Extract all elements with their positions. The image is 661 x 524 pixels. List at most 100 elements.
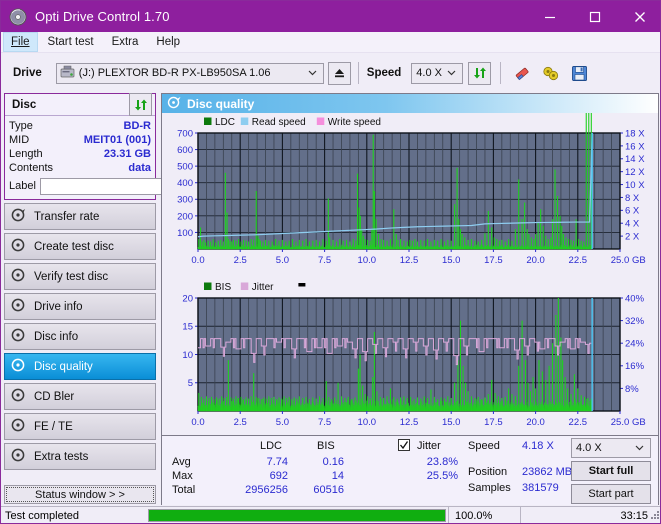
disc-row-mid: MID MEIT01 (001) — [9, 134, 151, 146]
stats-position-value: 23862 MB — [522, 466, 573, 478]
refresh-button[interactable] — [468, 61, 492, 85]
stats-max-bis: 14 — [331, 470, 344, 482]
eraser-button[interactable] — [510, 62, 533, 85]
svg-text:LDC: LDC — [215, 117, 235, 128]
svg-text:24%: 24% — [625, 339, 645, 350]
svg-text:15.0: 15.0 — [442, 417, 461, 428]
maximize-button[interactable] — [572, 1, 617, 32]
menu-start-test[interactable]: Start test — [40, 32, 102, 52]
sidebar-item-label: Create test disc — [34, 240, 114, 253]
sidebar-item-label: Verify test disc — [34, 270, 109, 283]
disc-test-icon — [11, 238, 26, 255]
sidebar-item-transfer-rate[interactable]: Transfer rate — [4, 203, 156, 230]
svg-text:22.5: 22.5 — [569, 417, 588, 428]
stats-samples-label: Samples — [468, 482, 511, 494]
sidebar-item-label: CD Bler — [34, 390, 75, 403]
chevron-down-icon — [447, 68, 456, 78]
sidebar-item-fe-te[interactable]: FE / TE — [4, 413, 156, 440]
menu-help[interactable]: Help — [148, 32, 188, 52]
drive-select[interactable]: (J:) PLEXTOR BD-R PX-LB950SA 1.06 — [55, 62, 324, 84]
svg-text:40%: 40% — [625, 293, 645, 304]
start-part-button[interactable]: Start part — [571, 484, 651, 504]
sidebar-item-extra-tests[interactable]: Extra tests — [4, 443, 156, 470]
svg-text:6 X: 6 X — [625, 206, 640, 217]
sidebar-item-label: Transfer rate — [34, 210, 100, 223]
menu-extra[interactable]: Extra — [104, 32, 147, 52]
sidebar-item-create-test-disc[interactable]: Create test disc — [4, 233, 156, 260]
disc-quality-charts[interactable]: LDC Read speed Write speed 100 200 300 400 500 6… — [162, 113, 658, 435]
charts-container: LDC Read speed Write speed 100 200 300 400 500 6… — [162, 113, 658, 438]
test-speed-select[interactable]: 4.0 X — [571, 438, 651, 458]
start-full-button[interactable]: Start full — [571, 461, 651, 481]
resize-grip-icon[interactable] — [649, 509, 660, 523]
disc-test-icon — [11, 298, 26, 315]
svg-text:14 X: 14 X — [625, 154, 645, 165]
disc-test-icon — [11, 388, 26, 405]
disc-row-type: Type BD-R — [9, 120, 151, 132]
jitter-checkbox[interactable] — [398, 439, 410, 451]
eject-button[interactable] — [327, 61, 351, 85]
sidebar-item-verify-test-disc[interactable]: Verify test disc — [4, 263, 156, 290]
stats-row-avg: Avg — [172, 456, 191, 468]
jitter-label: Jitter — [417, 440, 441, 452]
stats-total-ldc: 2956256 — [245, 484, 288, 496]
main-panel-title: Disc quality — [187, 96, 255, 111]
disc-refresh-button[interactable] — [129, 93, 152, 116]
disc-row-contents: Contents data — [9, 162, 151, 174]
sidebar: Disc Type BD-R MID MEIT01 (001) Length 2… — [4, 93, 243, 483]
svg-text:4 X: 4 X — [625, 219, 640, 230]
sidebar-item-label: Disc quality — [34, 360, 93, 373]
svg-text:5.0: 5.0 — [276, 417, 289, 428]
elapsed-time: 33:15 — [520, 507, 660, 523]
svg-text:8%: 8% — [625, 384, 639, 395]
stats-max-ldc: 692 — [269, 470, 288, 482]
svg-text:16%: 16% — [625, 361, 645, 372]
svg-text:GB: GB — [632, 255, 646, 266]
progress-percent: 100.0% — [448, 507, 520, 523]
menu-file[interactable]: File — [3, 32, 38, 52]
disc-row-length: Length 23.31 GB — [9, 148, 151, 160]
stats-speed-value: 4.18 X — [522, 440, 554, 452]
stats-panel: LDC BIS Avg Max Total 7.74 692 2956256 0… — [162, 435, 658, 505]
svg-text:25.0: 25.0 — [611, 255, 630, 266]
svg-text:10.0: 10.0 — [358, 255, 377, 266]
minimize-button[interactable] — [527, 1, 572, 32]
svg-text:Write speed: Write speed — [328, 117, 381, 128]
sidebar-item-drive-info[interactable]: Drive info — [4, 293, 156, 320]
disc-panel: Disc Type BD-R MID MEIT01 (001) Length 2… — [4, 93, 243, 200]
disc-quality-icon — [167, 96, 181, 112]
svg-text:8 X: 8 X — [625, 193, 640, 204]
svg-text:15: 15 — [182, 322, 193, 333]
speed-select[interactable]: 4.0 X — [411, 62, 464, 84]
status-message: Test completed — [5, 509, 79, 522]
sidebar-item-disc-quality[interactable]: Disc quality — [4, 353, 156, 380]
stats-col-bis: BIS — [317, 440, 335, 452]
stats-jitter-max: 25.5% — [426, 470, 458, 482]
svg-text:7.5: 7.5 — [318, 417, 331, 428]
sidebar-item-label: Extra tests — [34, 450, 89, 463]
window-title: Opti Drive Control 1.70 — [35, 9, 170, 24]
status-window-label: Status window > > — [35, 488, 125, 501]
title-bar: Opti Drive Control 1.70 — [1, 1, 660, 32]
close-button[interactable] — [617, 1, 660, 32]
svg-text:10.0: 10.0 — [358, 417, 377, 428]
disc-test-icon — [11, 268, 26, 285]
opti-drive-control-window: Opti Drive Control 1.70 File Start test … — [0, 0, 661, 524]
svg-text:5.0: 5.0 — [276, 255, 289, 266]
sidebar-item-disc-info[interactable]: Disc info — [4, 323, 156, 350]
settings-button[interactable] — [539, 62, 562, 85]
save-button[interactable] — [568, 62, 591, 85]
sidebar-item-cd-bler[interactable]: CD Bler — [4, 383, 156, 410]
status-window-button[interactable]: Status window > > — [4, 485, 156, 504]
disc-panel-title: Disc — [12, 98, 37, 111]
sidebar-item-label: FE / TE — [34, 420, 73, 433]
svg-text:12 X: 12 X — [625, 167, 645, 178]
svg-text:100: 100 — [177, 228, 193, 239]
toolbar: Drive (J:) PLEXTOR BD-R PX-LB950SA 1.06 — [1, 54, 660, 92]
disc-test-icon — [11, 208, 26, 225]
svg-text:22.5: 22.5 — [569, 255, 588, 266]
svg-text:Read speed: Read speed — [252, 117, 306, 128]
svg-text:7.5: 7.5 — [318, 255, 331, 266]
stats-avg-ldc: 7.74 — [266, 456, 288, 468]
svg-text:2.5: 2.5 — [234, 255, 247, 266]
